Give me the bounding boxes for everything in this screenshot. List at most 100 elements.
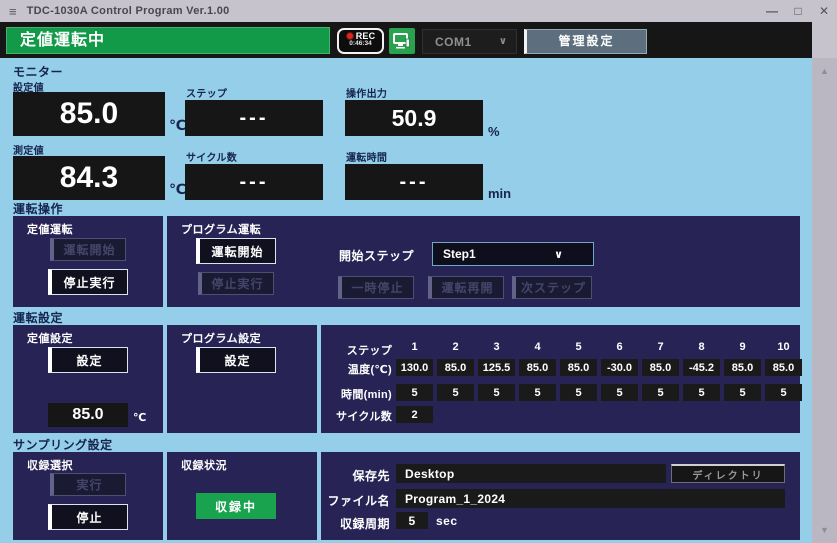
table-cycle-row-label: サイクル数	[336, 411, 392, 423]
output-label: 操作出力	[346, 89, 388, 100]
start-step-value: Step1	[443, 247, 476, 261]
run-status-indicator: 定値運転中	[6, 27, 330, 54]
step-number: 4	[534, 341, 541, 353]
record-select-label: 収録選択	[27, 460, 73, 472]
time-cell: 5	[396, 384, 433, 401]
temp-cell: 125.5	[478, 359, 515, 376]
record-run-button[interactable]: 実行	[50, 473, 126, 496]
time-cell: 5	[601, 384, 638, 401]
output-display: 50.9	[345, 100, 483, 136]
dest-field[interactable]: Desktop	[396, 464, 666, 483]
output-unit: %	[488, 124, 500, 139]
time-cell: 5	[724, 384, 761, 401]
runtime-display: ---	[345, 164, 483, 200]
record-stop-button[interactable]: 停止	[48, 504, 128, 530]
recording-badge: 収録中	[196, 493, 276, 519]
sampling-section-title: サンプリング設定	[13, 438, 113, 452]
temp-cell: 85.0	[724, 359, 761, 376]
step-number: 6	[616, 341, 623, 353]
admin-settings-button[interactable]: 管理設定	[524, 29, 647, 54]
filename-label: ファイル名	[327, 494, 390, 508]
time-cell: 5	[519, 384, 556, 401]
table-time-row: 5 5 5 5 5 5 5 5 5 5	[396, 384, 802, 401]
step-display: ---	[185, 100, 323, 136]
temp-cell: 130.0	[396, 359, 433, 376]
filename-field[interactable]: Program_1_2024	[396, 489, 785, 508]
maximize-button[interactable]: □	[791, 4, 805, 18]
fixed-start-button[interactable]: 運転開始	[50, 238, 126, 261]
fixed-operation-label: 定値運転	[27, 224, 73, 236]
time-cell: 5	[683, 384, 720, 401]
resume-button[interactable]: 運転再開	[428, 276, 504, 299]
temp-cell: 85.0	[560, 359, 597, 376]
start-step-label: 開始ステップ	[339, 249, 415, 263]
chevron-down-icon: ∨	[554, 248, 563, 261]
time-cell: 5	[765, 384, 802, 401]
sv-unit: ℃	[169, 117, 186, 133]
temp-cell: 85.0	[519, 359, 556, 376]
fixed-set-button[interactable]: 設定	[48, 347, 128, 373]
fixed-stop-button[interactable]: 停止実行	[48, 269, 128, 295]
period-label: 収録周期	[339, 517, 390, 531]
step-number: 7	[657, 341, 664, 353]
step-number: 8	[698, 341, 705, 353]
runtime-label: 運転時間	[346, 153, 388, 164]
printer-device-icon[interactable]	[389, 28, 415, 54]
scroll-down-icon[interactable]: ▼	[812, 525, 837, 535]
scroll-up-icon[interactable]: ▲	[812, 66, 837, 76]
time-cell: 5	[642, 384, 679, 401]
table-step-header-row: 1 2 3 4 5 6 7 8 9 10	[396, 340, 802, 354]
close-button[interactable]: ✕	[817, 4, 831, 18]
next-step-button[interactable]: 次ステップ	[512, 276, 592, 299]
menu-icon[interactable]: ≡	[9, 4, 17, 19]
titlebar: ≡ TDC-1030A Control Program Ver.1.00 — □…	[0, 0, 837, 22]
directory-button[interactable]: ディレクトリ	[671, 464, 785, 483]
step-number: 9	[739, 341, 746, 353]
step-number: 10	[777, 341, 790, 353]
start-step-select[interactable]: Step1 ∨	[432, 242, 594, 266]
operation-section-title: 運転操作	[13, 202, 64, 216]
com-port-value: COM1	[435, 34, 472, 49]
temp-cell: 85.0	[437, 359, 474, 376]
step-number: 2	[452, 341, 459, 353]
cycle-display: ---	[185, 164, 323, 200]
monitor-section-title: モニター	[13, 65, 64, 79]
period-unit: sec	[436, 514, 458, 528]
pause-button[interactable]: 一時停止	[338, 276, 414, 299]
cycle-label: サイクル数	[186, 153, 237, 164]
fixed-setting-unit: ℃	[133, 412, 147, 424]
rec-dot-icon	[345, 32, 354, 40]
settings-section-title: 運転設定	[13, 311, 64, 325]
temp-cell: -30.0	[601, 359, 638, 376]
program-setting-label: プログラム設定	[181, 333, 262, 345]
monitor-glyph	[393, 33, 410, 49]
sv-display: 85.0	[13, 92, 165, 136]
fixed-setting-label: 定値設定	[27, 333, 73, 345]
step-number: 5	[575, 341, 582, 353]
time-cell: 5	[437, 384, 474, 401]
step-number: 3	[493, 341, 500, 353]
cycle-cell: 2	[396, 406, 433, 423]
program-stop-button[interactable]: 停止実行	[198, 272, 274, 295]
table-temp-row: 130.0 85.0 125.5 85.0 85.0 -30.0 85.0 -4…	[396, 359, 802, 376]
runtime-unit: min	[488, 186, 512, 201]
step-number: 1	[411, 341, 418, 353]
time-cell: 5	[478, 384, 515, 401]
window-title: TDC-1030A Control Program Ver.1.00	[26, 5, 230, 17]
vertical-scrollbar[interactable]: ▲ ▼	[812, 58, 837, 543]
table-temp-row-label: 温度(℃)	[347, 364, 392, 376]
program-operation-label: プログラム運転	[181, 224, 262, 236]
program-start-button[interactable]: 運転開始	[196, 238, 276, 264]
fixed-setting-value: 85.0	[48, 403, 128, 427]
temp-cell: 85.0	[642, 359, 679, 376]
com-port-select[interactable]: COM1 ∨	[422, 29, 517, 54]
minimize-button[interactable]: —	[765, 4, 779, 18]
period-field[interactable]: 5	[396, 512, 428, 529]
rec-elapsed-time: 0:46:34	[349, 40, 372, 47]
program-set-button[interactable]: 設定	[196, 347, 276, 373]
table-time-row-label: 時間(min)	[341, 389, 392, 401]
time-cell: 5	[560, 384, 597, 401]
pv-unit: ℃	[169, 181, 186, 197]
table-cycle-row: 2	[396, 406, 433, 423]
chevron-down-icon: ∨	[498, 36, 507, 47]
